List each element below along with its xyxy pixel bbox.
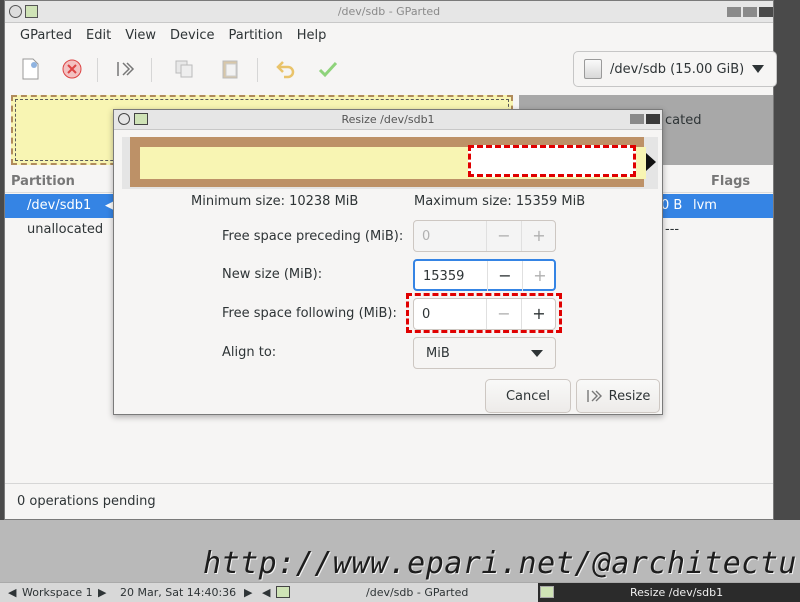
minimum-size-label: Minimum size: 10238 MiB xyxy=(191,194,359,209)
cancel-button[interactable]: Cancel xyxy=(485,379,571,413)
menu-device[interactable]: Device xyxy=(163,24,221,48)
undo-icon[interactable] xyxy=(273,56,299,82)
workspace-label[interactable]: Workspace 1 xyxy=(22,586,93,599)
column-flags[interactable]: Flags xyxy=(711,174,750,189)
workspace-next-icon[interactable]: ▶ xyxy=(98,586,106,599)
align-to-label: Align to: xyxy=(222,345,277,360)
free-preceding-label: Free space preceding (MiB): xyxy=(222,229,404,244)
operations-pending: 0 operations pending xyxy=(17,494,156,509)
chevron-down-icon xyxy=(531,350,543,357)
device-selector[interactable]: /dev/sdb (15.00 GiB) xyxy=(573,51,777,87)
dialog-title: Resize /dev/sdb1 xyxy=(341,113,435,126)
free-preceding-increment[interactable]: + xyxy=(521,221,556,251)
clock: 20 Mar, Sat 14:40:36 xyxy=(120,586,237,599)
taskbar-scroll-icon[interactable]: ◀ xyxy=(262,586,270,599)
chevron-down-icon xyxy=(752,65,764,73)
free-preceding-decrement[interactable]: − xyxy=(486,221,521,251)
new-size-label: New size (MiB): xyxy=(222,267,323,282)
disk-icon xyxy=(584,59,602,79)
resize-move-icon[interactable] xyxy=(113,56,139,82)
copy-icon[interactable] xyxy=(171,56,197,82)
row-partition-name: unallocated xyxy=(27,222,104,237)
device-selector-label: /dev/sdb (15.00 GiB) xyxy=(610,61,745,77)
taskbar-task-gparted[interactable]: /dev/sdb - GParted xyxy=(366,586,468,599)
menu-help[interactable]: Help xyxy=(290,24,334,48)
main-window-title: /dev/sdb - GParted xyxy=(337,5,441,18)
resize-button[interactable]: Resize xyxy=(576,379,660,413)
free-following-stepper[interactable]: 0 − + xyxy=(413,298,556,330)
taskbar-task-resize-active[interactable]: Resize /dev/sdb1 xyxy=(538,583,800,602)
taskbar-task-resize: Resize /dev/sdb1 xyxy=(630,586,724,599)
app-icon xyxy=(276,586,290,598)
maximum-size-label: Maximum size: 15359 MiB xyxy=(414,194,586,209)
free-following-increment[interactable]: + xyxy=(521,299,556,329)
workspace-prev-icon[interactable]: ◀ xyxy=(8,586,16,599)
menu-edit[interactable]: Edit xyxy=(79,24,118,48)
close-button[interactable] xyxy=(759,7,773,17)
paste-icon[interactable] xyxy=(217,56,243,82)
graph-unallocated-label: cated xyxy=(665,113,702,128)
free-following-label: Free space following (MiB): xyxy=(222,306,397,321)
menu-partition[interactable]: Partition xyxy=(222,24,290,48)
resize-handle-icon[interactable] xyxy=(646,153,656,171)
resize-dialog: Resize /dev/sdb1 Minimum size: 10238 MiB… xyxy=(113,109,663,415)
row-flags: --- xyxy=(665,222,680,237)
dialog-titlebar: Resize /dev/sdb1 xyxy=(114,110,662,130)
clock-next-icon[interactable]: ▶ xyxy=(244,586,252,599)
row-size: 0 B xyxy=(661,198,683,213)
free-following-decrement[interactable]: − xyxy=(486,299,521,329)
free-following-value[interactable]: 0 xyxy=(422,307,430,322)
row-partition-name: /dev/sdb1 xyxy=(27,198,92,213)
new-size-stepper[interactable]: 15359 − + xyxy=(413,259,556,291)
taskbar: ◀ Workspace 1 ▶ 20 Mar, Sat 14:40:36 ▶ ◀… xyxy=(0,582,800,602)
highlight-free-space xyxy=(468,145,636,177)
status-bar: 0 operations pending xyxy=(5,483,773,519)
dialog-close-button[interactable] xyxy=(646,114,660,124)
new-size-increment[interactable]: + xyxy=(522,261,557,291)
dialog-minimize-button[interactable] xyxy=(630,114,644,124)
align-to-value: MiB xyxy=(426,346,450,361)
menu-gparted[interactable]: GParted xyxy=(13,24,79,48)
maximize-button[interactable] xyxy=(743,7,757,17)
app-icon xyxy=(540,586,554,598)
resize-move-icon xyxy=(586,390,602,402)
free-preceding-stepper[interactable]: 0 − + xyxy=(413,220,556,252)
menu-view[interactable]: View xyxy=(118,24,163,48)
main-titlebar: /dev/sdb - GParted xyxy=(5,1,773,23)
align-to-select[interactable]: MiB xyxy=(413,337,556,369)
apply-icon[interactable] xyxy=(315,56,341,82)
row-flags: lvm xyxy=(693,198,717,213)
watermark-text: http://www.epari.net/@architecture xyxy=(203,546,800,581)
new-icon[interactable] xyxy=(17,56,43,82)
new-size-decrement[interactable]: − xyxy=(487,261,522,291)
resize-visualizer xyxy=(122,137,658,189)
new-size-value[interactable]: 15359 xyxy=(423,269,464,284)
menubar: GParted Edit View Device Partition Help xyxy=(5,24,773,48)
column-partition[interactable]: Partition xyxy=(11,174,75,189)
free-preceding-value[interactable]: 0 xyxy=(422,229,430,244)
minimize-button[interactable] xyxy=(727,7,741,17)
delete-icon[interactable] xyxy=(59,56,85,82)
